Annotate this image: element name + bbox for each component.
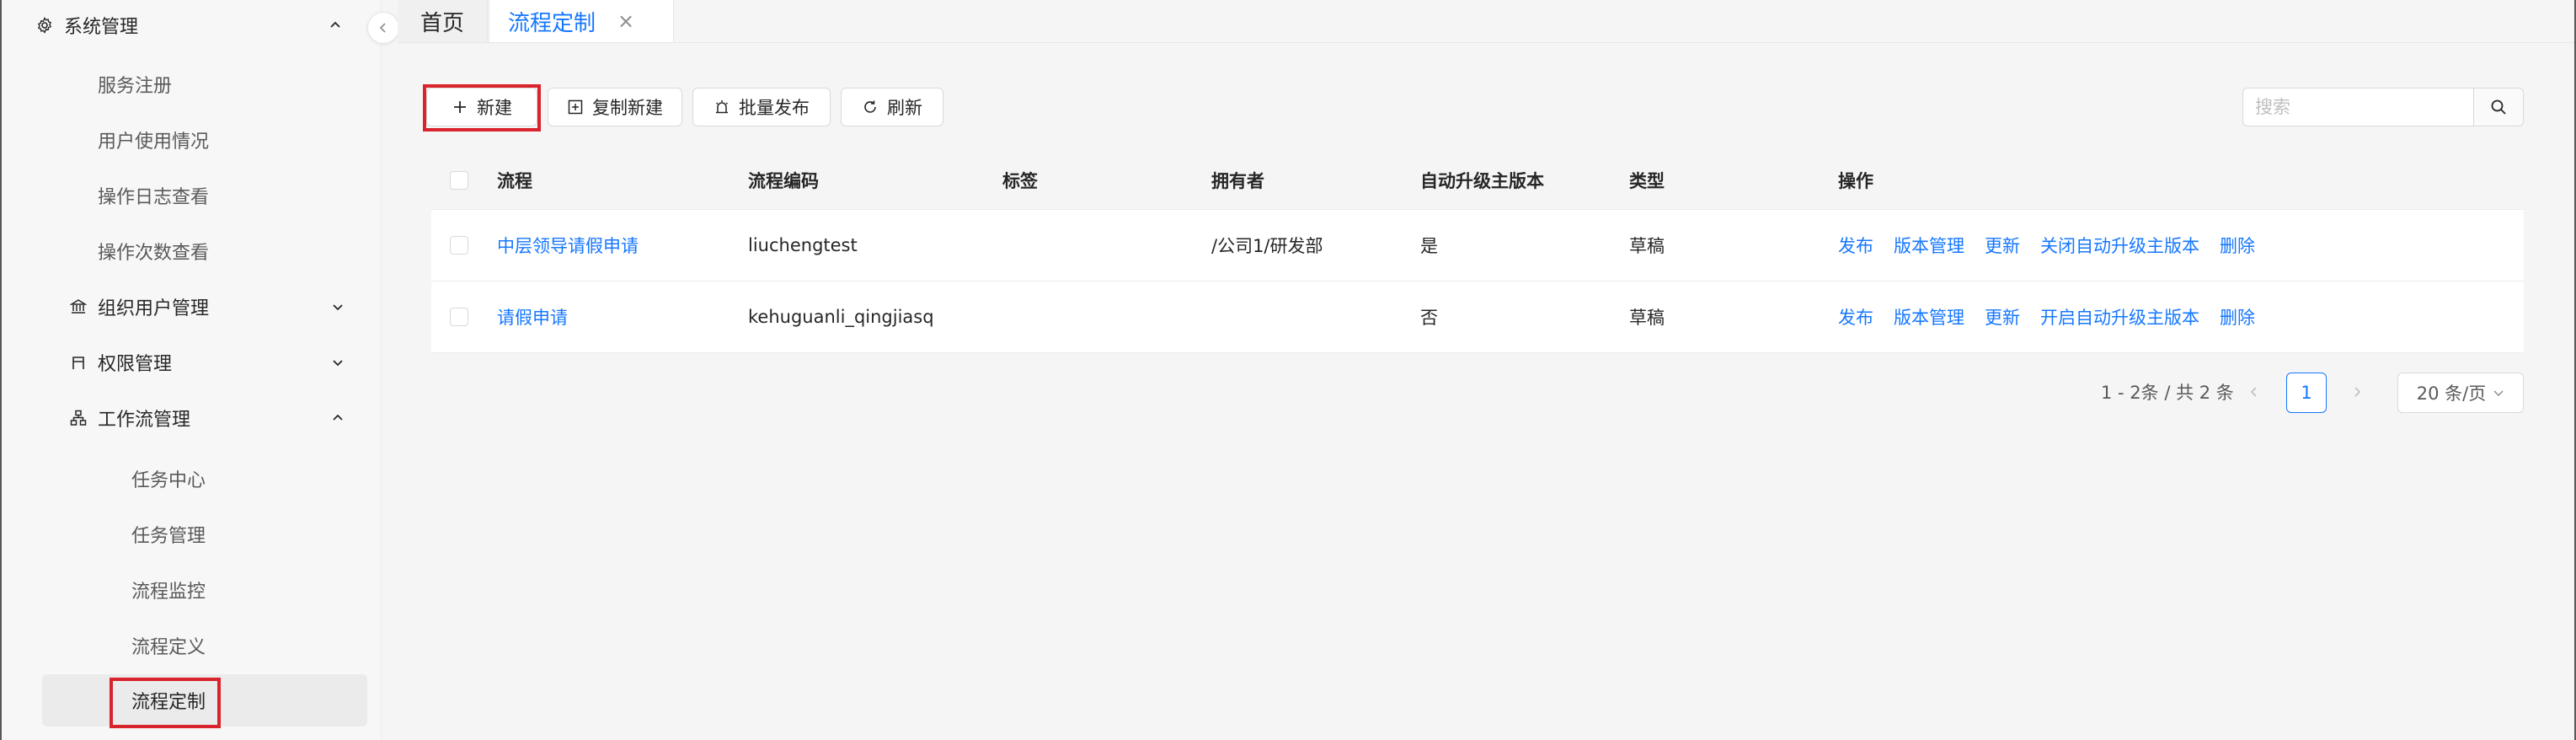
batch-publish-button[interactable]: 批量发布 bbox=[692, 88, 831, 126]
auto-upgrade-value: 是 bbox=[1420, 236, 1438, 256]
sidebar-item-service-registry[interactable]: 服务注册 bbox=[98, 59, 172, 110]
search-box bbox=[2242, 88, 2524, 126]
page-number-button[interactable]: 1 bbox=[2286, 373, 2327, 413]
sidebar-item-process-definition[interactable]: 流程定义 bbox=[131, 620, 206, 671]
process-type: 草稿 bbox=[1629, 308, 1665, 328]
delete-link[interactable]: 删除 bbox=[2220, 304, 2255, 330]
button-label: 刷新 bbox=[887, 98, 922, 118]
menu-group-org-users[interactable]: 组织用户管理 bbox=[69, 282, 209, 332]
prev-page-button[interactable] bbox=[2239, 376, 2269, 408]
toggle-auto-upgrade-link[interactable]: 开启自动升级主版本 bbox=[2040, 304, 2199, 330]
button-label: 批量发布 bbox=[739, 98, 810, 118]
column-header-actions: 操作 bbox=[1838, 171, 1873, 191]
row-actions: 发布 版本管理 更新 开启自动升级主版本 删除 bbox=[1838, 282, 2275, 352]
delete-link[interactable]: 删除 bbox=[2220, 233, 2255, 258]
table-header: 流程 流程编码 标签 拥有者 自动升级主版本 类型 操作 bbox=[431, 152, 2524, 210]
select-all-checkbox[interactable] bbox=[450, 171, 468, 190]
menu-group-label: 工作流管理 bbox=[98, 410, 191, 431]
button-label: 复制新建 bbox=[592, 98, 663, 118]
chevron-up-icon[interactable] bbox=[329, 409, 347, 427]
publish-link[interactable]: 发布 bbox=[1838, 233, 1873, 258]
search-input[interactable] bbox=[2242, 88, 2473, 126]
menu-group-workflow[interactable]: 工作流管理 bbox=[69, 393, 190, 443]
page-size-label: 20 条/页 bbox=[2416, 383, 2487, 404]
tab-bar: 首页 流程定制 × bbox=[398, 0, 2574, 43]
column-header-auto-upgrade[interactable]: 自动升级主版本 bbox=[1420, 152, 1544, 209]
sidebar-item-process-monitor[interactable]: 流程监控 bbox=[131, 565, 206, 615]
menu-group-label: 权限管理 bbox=[98, 354, 173, 375]
process-code: liuchengtest bbox=[748, 235, 858, 255]
version-management-link[interactable]: 版本管理 bbox=[1894, 233, 1964, 258]
sidebar-item-user-usage[interactable]: 用户使用情况 bbox=[98, 115, 209, 165]
version-management-link[interactable]: 版本管理 bbox=[1894, 304, 1964, 330]
plus-square-icon bbox=[567, 99, 584, 115]
column-header-process[interactable]: 流程 bbox=[497, 152, 532, 209]
gate-icon bbox=[69, 353, 88, 372]
chevron-left-icon bbox=[2250, 387, 2257, 397]
page-size-select[interactable]: 20 条/页 bbox=[2397, 373, 2524, 413]
sidebar: 系统管理 服务注册 用户使用情况 操作日志查看 操作次数查看 组织用户管理 权限… bbox=[2, 0, 382, 740]
chevron-down-icon bbox=[2493, 387, 2504, 399]
alarm-icon bbox=[713, 99, 730, 115]
highlight-box-new bbox=[423, 84, 541, 131]
publish-link[interactable]: 发布 bbox=[1838, 304, 1873, 330]
tab-process-customization[interactable]: 流程定制 × bbox=[489, 0, 674, 42]
column-header-type[interactable]: 类型 bbox=[1629, 152, 1665, 209]
toggle-auto-upgrade-link[interactable]: 关闭自动升级主版本 bbox=[2040, 233, 2199, 258]
chevron-down-icon[interactable] bbox=[329, 353, 347, 372]
update-link[interactable]: 更新 bbox=[1985, 233, 2020, 258]
bank-icon bbox=[69, 298, 88, 316]
sidebar-item-task-management[interactable]: 任务管理 bbox=[131, 509, 206, 560]
column-header-owner[interactable]: 拥有者 bbox=[1211, 152, 1264, 209]
menu-group-label: 组织用户管理 bbox=[98, 298, 210, 319]
auto-upgrade-value: 否 bbox=[1420, 308, 1438, 328]
tab-label: 首页 bbox=[420, 10, 464, 36]
chevron-right-icon bbox=[2354, 387, 2361, 397]
update-link[interactable]: 更新 bbox=[1985, 304, 2020, 330]
tab-home[interactable]: 首页 bbox=[398, 0, 488, 42]
chevron-left-icon bbox=[379, 23, 386, 33]
close-icon[interactable]: × bbox=[617, 9, 634, 33]
row-actions: 发布 版本管理 更新 关闭自动升级主版本 删除 bbox=[1838, 210, 2275, 281]
menu-group-permission[interactable]: 权限管理 bbox=[69, 337, 172, 388]
process-table: 流程 流程编码 标签 拥有者 自动升级主版本 类型 操作 中层领导请假申请 li… bbox=[431, 152, 2524, 353]
column-header-code[interactable]: 流程编码 bbox=[748, 152, 819, 209]
row-checkbox[interactable] bbox=[450, 236, 468, 255]
refresh-button[interactable]: 刷新 bbox=[841, 88, 943, 126]
workflow-icon bbox=[69, 409, 88, 427]
column-header-tag[interactable]: 标签 bbox=[1002, 152, 1038, 209]
process-name-link[interactable]: 中层领导请假申请 bbox=[497, 210, 639, 281]
search-icon bbox=[2491, 99, 2506, 115]
table-row: 请假申请 kehuguanli_qingjiasq 否 草稿 发布 版本管理 更… bbox=[431, 282, 2524, 353]
process-code: kehuguanli_qingjiasq bbox=[748, 307, 934, 327]
process-owner: /公司1/研发部 bbox=[1211, 236, 1323, 256]
gear-icon bbox=[35, 16, 54, 35]
row-checkbox[interactable] bbox=[450, 308, 468, 326]
sidebar-item-task-center[interactable]: 任务中心 bbox=[131, 453, 206, 504]
highlight-box-sidebar bbox=[110, 678, 221, 728]
process-type: 草稿 bbox=[1629, 236, 1665, 256]
tab-label: 流程定制 bbox=[508, 10, 596, 36]
copy-new-button[interactable]: 复制新建 bbox=[548, 88, 682, 126]
process-name-link[interactable]: 请假申请 bbox=[497, 282, 568, 352]
search-button[interactable] bbox=[2473, 88, 2524, 126]
refresh-icon bbox=[862, 99, 879, 115]
pagination-total: 1 - 2条 / 共 2 条 bbox=[2101, 383, 2234, 403]
sidebar-item-operation-count[interactable]: 操作次数查看 bbox=[98, 226, 209, 276]
chevron-down-icon[interactable] bbox=[329, 298, 347, 316]
table-row: 中层领导请假申请 liuchengtest /公司1/研发部 是 草稿 发布 版… bbox=[431, 210, 2524, 282]
sidebar-collapse-button[interactable] bbox=[367, 12, 399, 44]
menu-group-label: 系统管理 bbox=[64, 17, 139, 38]
sidebar-item-operation-log[interactable]: 操作日志查看 bbox=[98, 170, 209, 221]
menu-group-system[interactable]: 系统管理 bbox=[35, 0, 138, 51]
chevron-up-icon[interactable] bbox=[329, 16, 347, 35]
next-page-button[interactable] bbox=[2342, 376, 2372, 408]
